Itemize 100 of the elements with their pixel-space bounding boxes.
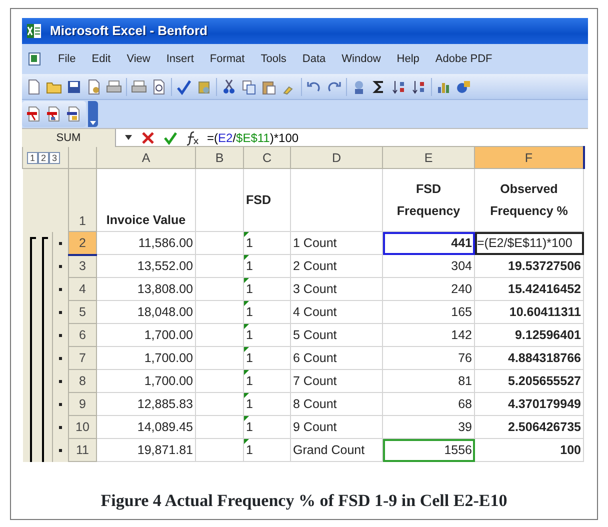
table-cell: 1 bbox=[244, 278, 290, 300]
table-cell: 19,871.81 bbox=[96, 438, 196, 462]
workbook-icon[interactable] bbox=[26, 51, 42, 67]
document-icon[interactable] bbox=[86, 78, 102, 94]
table-cell: 1 bbox=[244, 324, 290, 346]
menu-item[interactable]: File bbox=[58, 50, 76, 68]
sort-descending-icon[interactable] bbox=[411, 78, 427, 94]
table-cell: 1 bbox=[244, 392, 290, 416]
dropdown-arrow-icon[interactable] bbox=[124, 134, 133, 141]
table-cell: 304 bbox=[382, 254, 474, 278]
column-header[interactable]: C bbox=[244, 146, 290, 168]
table-cell: 2.506426735 bbox=[474, 416, 584, 438]
table-cell: 8 Count bbox=[290, 392, 382, 416]
row-header[interactable]: 10 bbox=[68, 416, 96, 438]
column-heading: Invoice Value bbox=[96, 168, 196, 232]
outline-level-button[interactable]: 1 bbox=[27, 152, 38, 164]
column-heading: FSD bbox=[244, 168, 290, 232]
table-cell: 1 bbox=[244, 254, 290, 278]
table-cell: 6 Count bbox=[290, 346, 382, 370]
menu-item[interactable]: Edit bbox=[92, 50, 111, 68]
row-header[interactable]: 4 bbox=[68, 278, 96, 300]
window-title: Microsoft Excel - Benford bbox=[50, 22, 208, 40]
table-cell: 1,700.00 bbox=[96, 370, 196, 392]
insert-function-icon[interactable] bbox=[185, 130, 199, 146]
row-header[interactable]: 7 bbox=[68, 346, 96, 370]
pdf-icon[interactable] bbox=[46, 106, 62, 122]
table-cell: 1 bbox=[244, 346, 290, 370]
table-cell: 18,048.00 bbox=[96, 300, 196, 324]
menu-item[interactable]: Tools bbox=[260, 50, 286, 68]
enter-check-icon[interactable] bbox=[163, 130, 177, 144]
table-cell: 1 bbox=[244, 438, 290, 462]
table-cell: 1 bbox=[244, 232, 290, 254]
save-icon[interactable] bbox=[66, 78, 82, 94]
row-header[interactable]: 8 bbox=[68, 370, 96, 392]
new-document-icon[interactable] bbox=[26, 78, 42, 94]
table-cell: 13,808.00 bbox=[96, 278, 196, 300]
table-cell: 100 bbox=[474, 438, 584, 462]
table-cell: 76 bbox=[382, 346, 474, 370]
table-cell: 1 bbox=[244, 300, 290, 324]
table-cell: 1 Count bbox=[290, 232, 382, 254]
row-header[interactable]: 9 bbox=[68, 392, 96, 416]
table-cell: 1,700.00 bbox=[96, 324, 196, 346]
pdf-icon[interactable] bbox=[26, 106, 42, 122]
row-header[interactable]: 1 bbox=[68, 168, 96, 232]
column-header[interactable]: E bbox=[382, 146, 474, 168]
menu-item[interactable]: Adobe PDF bbox=[435, 50, 492, 68]
print-preview-icon[interactable] bbox=[151, 78, 167, 94]
table-cell: 15.42416452 bbox=[474, 278, 584, 300]
table-cell: 5.205655527 bbox=[474, 370, 584, 392]
menu-item[interactable]: Help bbox=[396, 50, 420, 68]
table-cell: Grand Count bbox=[290, 438, 382, 462]
column-header[interactable]: D bbox=[290, 146, 382, 168]
print-icon[interactable] bbox=[131, 78, 147, 94]
column-header[interactable]: B bbox=[196, 146, 244, 168]
menu-item[interactable]: Window bbox=[342, 50, 381, 68]
cancel-icon[interactable] bbox=[141, 130, 155, 144]
table-cell: 9.12596401 bbox=[474, 324, 584, 346]
column-header[interactable]: F bbox=[474, 146, 584, 168]
copy-icon[interactable] bbox=[241, 78, 257, 94]
drawing-icon[interactable] bbox=[456, 78, 472, 94]
outline-level-button[interactable]: 2 bbox=[38, 152, 49, 164]
pdf-icon[interactable] bbox=[66, 106, 82, 122]
table-cell: 1 bbox=[244, 370, 290, 392]
row-header[interactable]: 2 bbox=[68, 232, 96, 254]
menu-item[interactable]: Insert bbox=[166, 50, 194, 68]
table-cell: 4.370179949 bbox=[474, 392, 584, 416]
table-cell: 13,552.00 bbox=[96, 254, 196, 278]
table-cell: 3 Count bbox=[290, 278, 382, 300]
table-cell: 68 bbox=[382, 392, 474, 416]
cell-editor[interactable]: =(E2/$E$11)*100 bbox=[474, 232, 584, 254]
toolbar-options-button[interactable] bbox=[88, 101, 98, 127]
table-cell: 4.884318766 bbox=[474, 346, 584, 370]
outline-level-button[interactable]: 3 bbox=[49, 152, 60, 164]
menu-item[interactable]: Format bbox=[210, 50, 245, 68]
name-box[interactable]: SUM bbox=[22, 128, 116, 146]
print-icon[interactable] bbox=[106, 78, 122, 94]
table-cell: 81 bbox=[382, 370, 474, 392]
column-header[interactable]: A bbox=[96, 146, 196, 168]
table-cell: 9 Count bbox=[290, 416, 382, 438]
table-cell: 11,586.00 bbox=[96, 232, 196, 254]
row-header[interactable]: 11 bbox=[68, 438, 96, 462]
table-cell: 10.60411311 bbox=[474, 300, 584, 324]
table-cell: 1556 bbox=[382, 438, 474, 462]
table-cell: 441 bbox=[382, 232, 474, 254]
row-header[interactable]: 6 bbox=[68, 324, 96, 346]
menu-item[interactable]: View bbox=[126, 50, 150, 68]
table-cell: 240 bbox=[382, 278, 474, 300]
paste-icon[interactable] bbox=[261, 78, 277, 94]
spelling-check-icon[interactable] bbox=[176, 78, 192, 94]
cut-icon[interactable] bbox=[221, 78, 237, 94]
formula-field[interactable]: =(E2/$E$11)*100 bbox=[207, 128, 299, 146]
row-header[interactable]: 5 bbox=[68, 300, 96, 324]
table-cell: 142 bbox=[382, 324, 474, 346]
table-cell: 19.53727506 bbox=[474, 254, 584, 278]
table-cell: 39 bbox=[382, 416, 474, 438]
excel-icon bbox=[26, 23, 42, 39]
table-cell: 4 Count bbox=[290, 300, 382, 324]
menu-item[interactable]: Data bbox=[302, 50, 326, 68]
sort-ascending-icon[interactable] bbox=[391, 78, 407, 94]
table-cell: 165 bbox=[382, 300, 474, 324]
